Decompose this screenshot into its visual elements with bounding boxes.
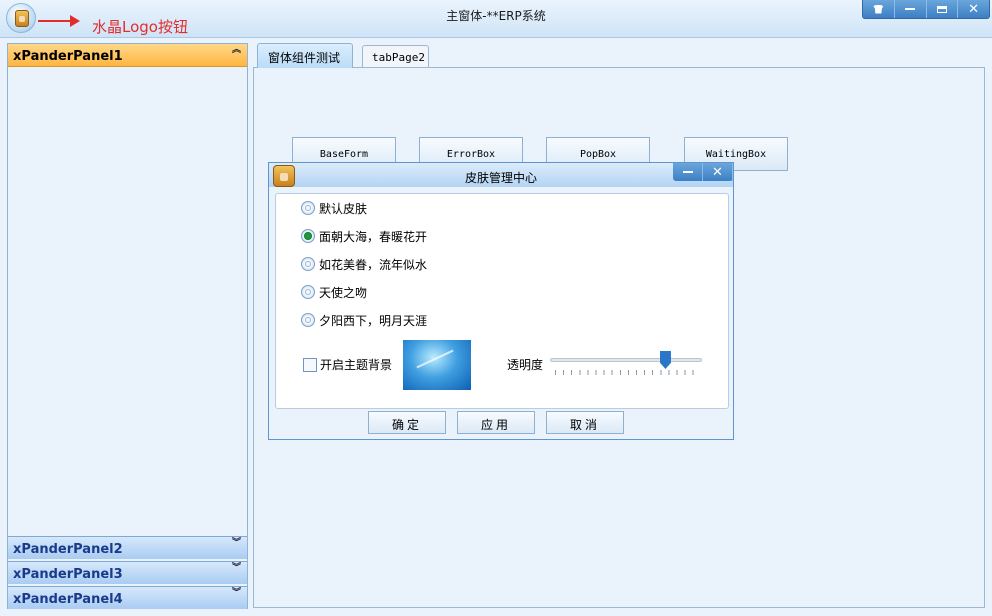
cancel-button[interactable]: 取消: [546, 411, 624, 434]
crystal-logo-button[interactable]: [6, 3, 36, 33]
minimize-button[interactable]: [895, 0, 927, 18]
chevron-down-icon: ︾: [231, 538, 241, 548]
chevron-down-icon: ︾: [231, 588, 241, 598]
left-panel: xPanderPanel1 ︽ xPanderPanel2 ︾ xPanderP…: [7, 43, 248, 609]
opacity-slider-track[interactable]: [550, 358, 702, 362]
skin-option-label: 夕阳西下，明月天涯: [319, 313, 428, 328]
ok-button[interactable]: 确定: [368, 411, 446, 434]
skin-options-panel: 默认皮肤 面朝大海，春暖花开 如花美眷，流年似水 天使之吻 夕阳西下，明月天涯 …: [275, 193, 729, 409]
opacity-slider-ticks: [555, 370, 701, 375]
skin-option-1[interactable]: 默认皮肤: [301, 199, 367, 217]
radio-button[interactable]: [301, 201, 315, 215]
dialog-controls: ✕: [673, 163, 733, 181]
panel-header-label: xPanderPanel4: [13, 592, 123, 607]
dialog-title: 皮肤管理中心: [464, 171, 537, 185]
logo-icon: [15, 10, 29, 27]
panel-header-label: xPanderPanel1: [13, 49, 123, 64]
radio-button[interactable]: [301, 285, 315, 299]
skin-option-label: 如花美眷，流年似水: [319, 257, 428, 272]
panel-header-1[interactable]: xPanderPanel1 ︽: [8, 44, 247, 67]
opacity-label: 透明度: [507, 358, 544, 372]
skin-option-4[interactable]: 天使之吻: [301, 283, 367, 301]
annotation-arrow-head: [70, 15, 80, 27]
skin-button[interactable]: [863, 0, 895, 18]
shirt-icon: [873, 4, 884, 14]
opacity-slider-thumb[interactable]: [659, 351, 671, 369]
skin-option-3[interactable]: 如花美眷，流年似水: [301, 255, 427, 273]
radio-button-selected[interactable]: [301, 229, 315, 243]
skin-option-5[interactable]: 夕阳西下，明月天涯: [301, 311, 427, 329]
dialog-minimize-button[interactable]: [673, 163, 703, 181]
window-controls: ✕: [862, 0, 990, 19]
skin-option-label: 面朝大海，春暖花开: [319, 229, 428, 244]
close-icon: ✕: [712, 164, 723, 180]
chevron-up-icon: ︽: [231, 45, 241, 55]
radio-button[interactable]: [301, 313, 315, 327]
theme-background-checkbox[interactable]: 开启主题背景: [303, 356, 392, 373]
close-button[interactable]: ✕: [958, 0, 989, 18]
apply-button[interactable]: 应用: [457, 411, 535, 434]
skin-option-label: 默认皮肤: [319, 201, 368, 216]
minimize-icon: [682, 171, 693, 173]
panel-header-3[interactable]: xPanderPanel3 ︾: [8, 561, 247, 584]
panel-header-label: xPanderPanel2: [13, 542, 123, 557]
maximize-icon: [936, 5, 947, 13]
theme-background-preview: [403, 340, 471, 390]
annotation-label: 水晶Logo按钮: [92, 18, 188, 36]
dialog-close-button[interactable]: ✕: [703, 163, 733, 181]
tab-component-test[interactable]: 窗体组件测试: [257, 43, 353, 68]
close-icon: ✕: [968, 1, 980, 17]
minimize-icon: [905, 8, 916, 10]
chevron-down-icon: ︾: [231, 563, 241, 573]
skin-option-label: 天使之吻: [319, 285, 368, 300]
tab-page2[interactable]: tabPage2: [362, 45, 429, 67]
skin-option-2[interactable]: 面朝大海，春暖花开: [301, 227, 427, 245]
panel-header-4[interactable]: xPanderPanel4 ︾: [8, 586, 247, 609]
panel-header-label: xPanderPanel3: [13, 567, 123, 582]
annotation-arrow-line: [38, 20, 72, 22]
skin-dialog: 皮肤管理中心 ✕ 默认皮肤 面朝大海，春暖花开 如花美眷，流年似水 天使之吻 夕…: [268, 162, 734, 440]
radio-button[interactable]: [301, 257, 315, 271]
maximize-button[interactable]: [927, 0, 959, 18]
checkbox[interactable]: [303, 357, 317, 372]
panel-header-2[interactable]: xPanderPanel2 ︾: [8, 536, 247, 559]
theme-background-label: 开启主题背景: [320, 358, 393, 372]
